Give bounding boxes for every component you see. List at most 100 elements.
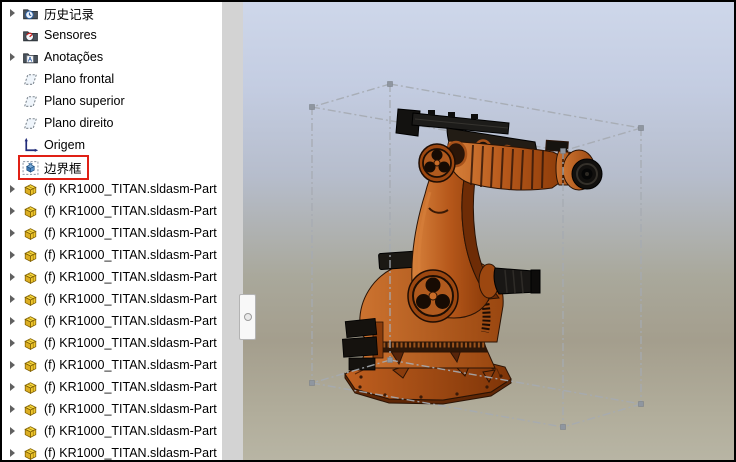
expand-arrow-triangle [10, 295, 15, 303]
reference-plane-icon [22, 115, 39, 132]
tree-item-content: (f) KR1000_TITAN.sldasm-Part [20, 356, 222, 375]
tree-item-content: (f) KR1000_TITAN.sldasm-Part [20, 290, 222, 309]
tree-item-label: Plano frontal [44, 72, 114, 86]
tree-item-content: (f) KR1000_TITAN.sldasm-Part [20, 202, 222, 221]
part-icon [22, 225, 39, 242]
expand-arrow-icon[interactable] [5, 427, 20, 435]
sensors-folder-icon [22, 27, 39, 44]
expand-arrow-icon[interactable] [5, 339, 20, 347]
expand-arrow-triangle [10, 9, 15, 17]
feature-manager-tree: 历史记录 Sensores A Anotações Plano frontal [2, 2, 222, 460]
part-icon [22, 247, 39, 264]
tree-item-label: Sensores [44, 28, 97, 42]
tree-item[interactable]: 历史记录 [2, 2, 222, 24]
tree-item-label: (f) KR1000_TITAN.sldasm-Part [44, 292, 217, 306]
expand-arrow-icon[interactable] [5, 207, 20, 215]
tree-item-label: Origem [44, 138, 85, 152]
tree-item[interactable]: (f) KR1000_TITAN.sldasm-Part [2, 178, 222, 200]
origin-icon [22, 137, 39, 154]
tree-item[interactable]: Plano frontal [2, 68, 222, 90]
tree-item-content: (f) KR1000_TITAN.sldasm-Part [20, 334, 222, 353]
expand-arrow-triangle [10, 449, 15, 457]
tree-item[interactable]: Plano direito [2, 112, 222, 134]
bounding-box-icon [22, 159, 39, 176]
expand-arrow-icon[interactable] [5, 229, 20, 237]
tree-item[interactable]: (f) KR1000_TITAN.sldasm-Part [2, 376, 222, 398]
tree-item[interactable]: Plano superior [2, 90, 222, 112]
tree-item-content: (f) KR1000_TITAN.sldasm-Part [20, 422, 222, 441]
tree-item-content: A Anotações [20, 48, 108, 67]
expand-arrow-icon[interactable] [5, 53, 20, 61]
part-icon [22, 401, 39, 418]
tree-item-content: 历史记录 [20, 3, 99, 24]
robot-a3-motor[interactable] [479, 264, 540, 298]
panel-splitter[interactable] [222, 2, 245, 460]
tree-item-label: 历史记录 [44, 4, 94, 23]
tree-item[interactable]: (f) KR1000_TITAN.sldasm-Part [2, 420, 222, 442]
reference-plane-icon [22, 93, 39, 110]
part-icon [22, 203, 39, 220]
tree-item[interactable]: 边界框 [2, 156, 222, 178]
reference-plane-icon [22, 71, 39, 88]
tree-item[interactable]: (f) KR1000_TITAN.sldasm-Part [2, 200, 222, 222]
tree-item[interactable]: A Anotações [2, 46, 222, 68]
expand-arrow-icon[interactable] [5, 185, 20, 193]
tree-item[interactable]: (f) KR1000_TITAN.sldasm-Part [2, 310, 222, 332]
expand-arrow-icon[interactable] [5, 405, 20, 413]
tree-item[interactable]: (f) KR1000_TITAN.sldasm-Part [2, 266, 222, 288]
tree-item[interactable]: (f) KR1000_TITAN.sldasm-Part [2, 288, 222, 310]
expand-arrow-triangle [10, 229, 15, 237]
tree-item-label: (f) KR1000_TITAN.sldasm-Part [44, 248, 217, 262]
application-window: 历史记录 Sensores A Anotações Plano frontal [0, 0, 736, 462]
annotations-folder-icon: A [22, 49, 39, 66]
tree-item-content: Sensores [20, 26, 102, 45]
tree-item-content: 边界框 [20, 157, 87, 178]
expand-arrow-triangle [10, 207, 15, 215]
tree-item-content: (f) KR1000_TITAN.sldasm-Part [20, 378, 222, 397]
tree-item[interactable]: Origem [2, 134, 222, 156]
tree-item-label: (f) KR1000_TITAN.sldasm-Part [44, 380, 217, 394]
part-icon [22, 269, 39, 286]
tree-item-content: (f) KR1000_TITAN.sldasm-Part [20, 268, 222, 287]
viewport-3d-scene [243, 2, 734, 460]
history-folder-icon [22, 5, 39, 22]
expand-arrow-icon[interactable] [5, 251, 20, 259]
part-icon [22, 423, 39, 440]
expand-arrow-icon[interactable] [5, 317, 20, 325]
tree-item[interactable]: (f) KR1000_TITAN.sldasm-Part [2, 354, 222, 376]
expand-arrow-icon[interactable] [5, 273, 20, 281]
graphics-area[interactable] [243, 2, 734, 460]
robot-shoulder-wheel[interactable] [408, 270, 458, 322]
expand-arrow-triangle [10, 53, 15, 61]
tree-item-label: (f) KR1000_TITAN.sldasm-Part [44, 358, 217, 372]
expand-arrow-icon[interactable] [5, 383, 20, 391]
splitter-collapse-handle[interactable] [239, 294, 256, 340]
expand-arrow-icon[interactable] [5, 361, 20, 369]
expand-arrow-triangle [10, 383, 15, 391]
tree-item-label: (f) KR1000_TITAN.sldasm-Part [44, 204, 217, 218]
tree-item[interactable]: Sensores [2, 24, 222, 46]
tree-item[interactable]: (f) KR1000_TITAN.sldasm-Part [2, 332, 222, 354]
tree-item[interactable]: (f) KR1000_TITAN.sldasm-Part [2, 398, 222, 420]
tree-item[interactable]: (f) KR1000_TITAN.sldasm-Part [2, 222, 222, 244]
tree-item-content: Plano direito [20, 114, 119, 133]
expand-arrow-icon[interactable] [5, 9, 20, 17]
tree-item[interactable]: (f) KR1000_TITAN.sldasm-Part [2, 244, 222, 266]
tree-item[interactable]: (f) KR1000_TITAN.sldasm-Part [2, 442, 222, 460]
svg-text:A: A [28, 57, 33, 63]
expand-arrow-triangle [10, 405, 15, 413]
tree-item-content: (f) KR1000_TITAN.sldasm-Part [20, 246, 222, 265]
expand-arrow-triangle [10, 427, 15, 435]
tree-item-label: (f) KR1000_TITAN.sldasm-Part [44, 270, 217, 284]
robot-elbow-wheel[interactable] [419, 144, 455, 182]
tree-item-label: (f) KR1000_TITAN.sldasm-Part [44, 226, 217, 240]
tree-item-label: (f) KR1000_TITAN.sldasm-Part [44, 314, 217, 328]
expand-arrow-icon[interactable] [5, 449, 20, 457]
expand-arrow-icon[interactable] [5, 295, 20, 303]
expand-arrow-triangle [10, 185, 15, 193]
tree-item-label: (f) KR1000_TITAN.sldasm-Part [44, 424, 217, 438]
tree-item-content: (f) KR1000_TITAN.sldasm-Part [20, 312, 222, 331]
tree-item-content: (f) KR1000_TITAN.sldasm-Part [20, 224, 222, 243]
tree-item-label: Plano direito [44, 116, 114, 130]
tree-item-label: Anotações [44, 50, 103, 64]
